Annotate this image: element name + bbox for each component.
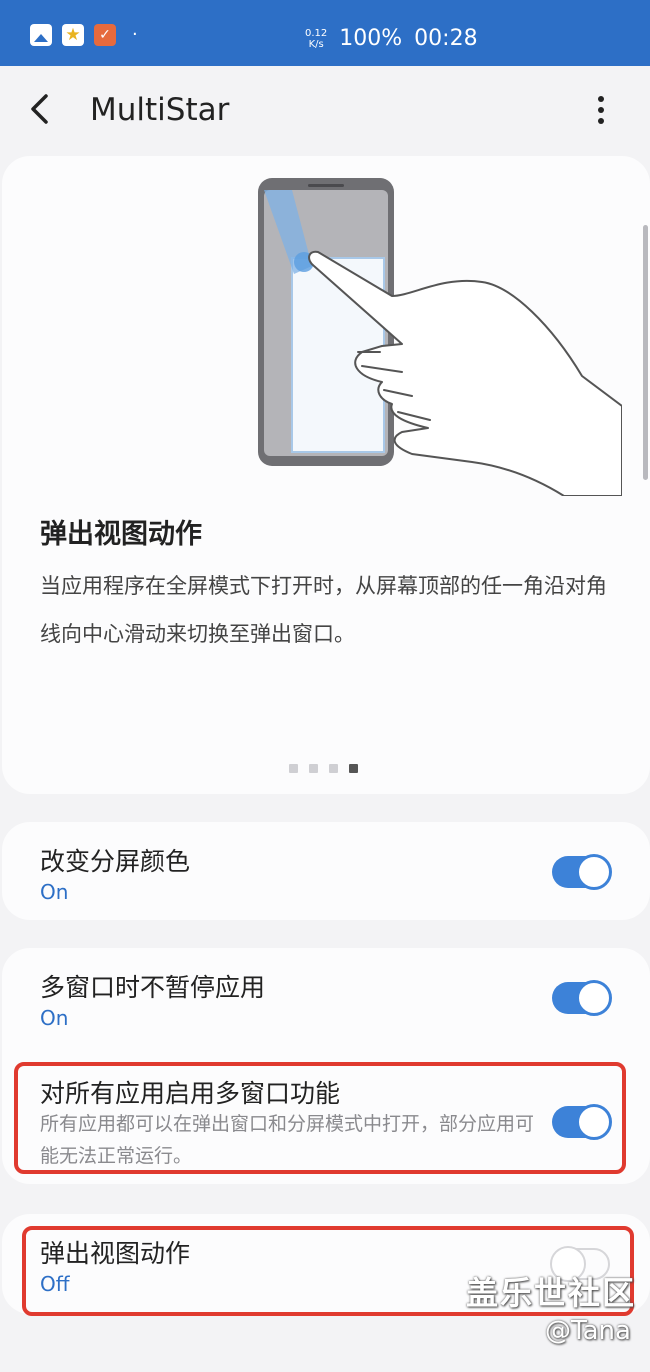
setting-title[interactable]: 多窗口时不暂停应用 bbox=[40, 968, 265, 1004]
notification-icons: ★ ✓ · bbox=[30, 24, 138, 46]
watermark-author: @Tana bbox=[545, 1316, 631, 1346]
watermark-title: 盖乐世社区 bbox=[466, 1274, 637, 1312]
setting-card-split-screen-color[interactable]: 改变分屏颜色 On bbox=[2, 822, 650, 920]
page-indicator bbox=[289, 764, 358, 773]
phone-swipe-illustration bbox=[258, 178, 622, 496]
feature-intro-card: 弹出视图动作 当应用程序在全屏模式下打开时，从屏幕顶部的任一角沿对角线向中心滑动… bbox=[2, 156, 650, 794]
setting-title: 改变分屏颜色 bbox=[40, 847, 191, 876]
network-speed: 0.12 K/s bbox=[305, 28, 327, 50]
system-indicators: 0.12 K/s 100% 00:28 bbox=[305, 26, 478, 51]
task-app-icon: ✓ bbox=[94, 24, 116, 46]
page-dot[interactable] bbox=[309, 764, 318, 773]
setting-status: On bbox=[40, 880, 69, 904]
network-speed-unit: K/s bbox=[308, 38, 324, 50]
page-dot-active[interactable] bbox=[349, 764, 358, 773]
intro-title: 弹出视图动作 bbox=[40, 519, 202, 550]
scrollbar[interactable] bbox=[643, 225, 648, 480]
intro-description: 当应用程序在全屏模式下打开时，从屏幕顶部的任一角沿对角线向中心滑动来切换至弹出窗… bbox=[40, 574, 607, 646]
split-screen-color-toggle[interactable] bbox=[552, 854, 612, 890]
page-title: MultiStar bbox=[90, 92, 230, 128]
battery-level: 100% bbox=[339, 26, 403, 51]
more-notifications-dot: · bbox=[132, 24, 138, 45]
clock: 00:28 bbox=[414, 26, 478, 51]
back-arrow-icon[interactable] bbox=[28, 92, 50, 132]
keep-apps-running-toggle[interactable] bbox=[552, 980, 612, 1016]
gallery-icon bbox=[30, 24, 52, 46]
status-bar: ★ ✓ · 0.12 K/s 100% 00:28 bbox=[0, 0, 650, 66]
network-speed-value: 0.12 bbox=[305, 27, 328, 39]
app-header: MultiStar bbox=[0, 66, 650, 156]
highlight-box bbox=[14, 1062, 626, 1174]
star-app-icon: ★ bbox=[62, 24, 84, 46]
page-dot[interactable] bbox=[289, 764, 298, 773]
page-dot[interactable] bbox=[329, 764, 338, 773]
more-options-icon[interactable] bbox=[596, 96, 606, 124]
setting-status: On bbox=[40, 1006, 69, 1030]
